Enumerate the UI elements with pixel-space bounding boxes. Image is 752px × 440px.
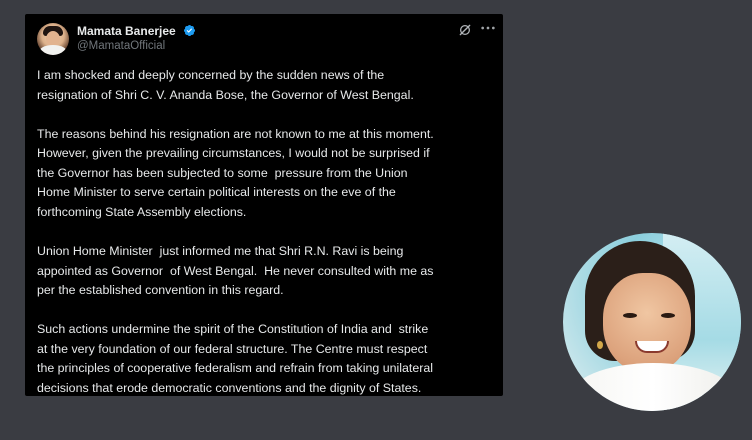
tweet-paragraph-2: The reasons behind his resignation are n… xyxy=(37,126,434,219)
tweet-text: I am shocked and deeply concerned by the… xyxy=(37,66,499,396)
grok-icon[interactable] xyxy=(458,23,472,37)
more-options-icon[interactable] xyxy=(480,21,496,35)
verified-badge-icon xyxy=(183,24,196,37)
tweet-header: Mamata Banerjee @MamataOfficial xyxy=(25,14,503,62)
tweet-paragraph-4: Such actions undermine the spirit of the… xyxy=(37,322,434,395)
tweet-card: Mamata Banerjee @MamataOfficial I am sho… xyxy=(25,14,503,396)
author-handle[interactable]: @MamataOfficial xyxy=(77,40,165,52)
avatar[interactable] xyxy=(37,23,69,55)
author-portrait xyxy=(563,233,741,411)
author-name[interactable]: Mamata Banerjee xyxy=(77,24,176,38)
tweet-paragraph-3: Union Home Minister just informed me tha… xyxy=(37,243,434,298)
tweet-paragraph-1: I am shocked and deeply concerned by the… xyxy=(37,68,414,102)
